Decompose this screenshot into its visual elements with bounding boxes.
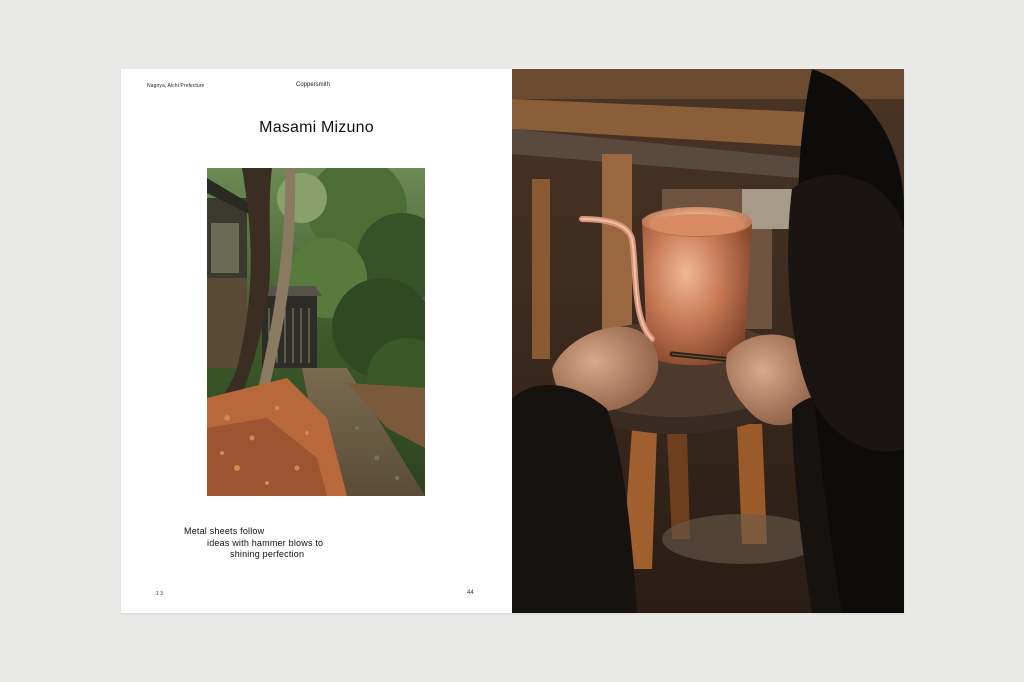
magazine-spread: Nagoya, Aichi Prefecture Coppersmith Mas…: [121, 69, 904, 613]
garden-photo-illustration: [207, 168, 425, 496]
garden-path-photo: [207, 168, 425, 496]
pull-quote: Metal sheets follow ideas with hammer bl…: [184, 526, 323, 561]
coppersmith-photo-illustration: [512, 69, 904, 613]
magazine-spread-scene: Nagoya, Aichi Prefecture Coppersmith Mas…: [0, 0, 1024, 682]
pull-quote-line: ideas with hammer blows to: [207, 537, 324, 548]
running-header-section: Coppersmith: [296, 82, 331, 88]
left-page: Nagoya, Aichi Prefecture Coppersmith Mas…: [121, 69, 512, 613]
article-title: Masami Mizuno: [259, 119, 374, 136]
page-number: 44: [467, 590, 474, 596]
folio-marker: 1 3: [156, 591, 163, 597]
coppersmith-hands-photo: [512, 69, 904, 613]
running-header-location: Nagoya, Aichi Prefecture: [147, 83, 205, 89]
pull-quote-line: shining perfection: [230, 549, 305, 559]
pull-quote-line: Metal sheets follow: [184, 526, 265, 536]
